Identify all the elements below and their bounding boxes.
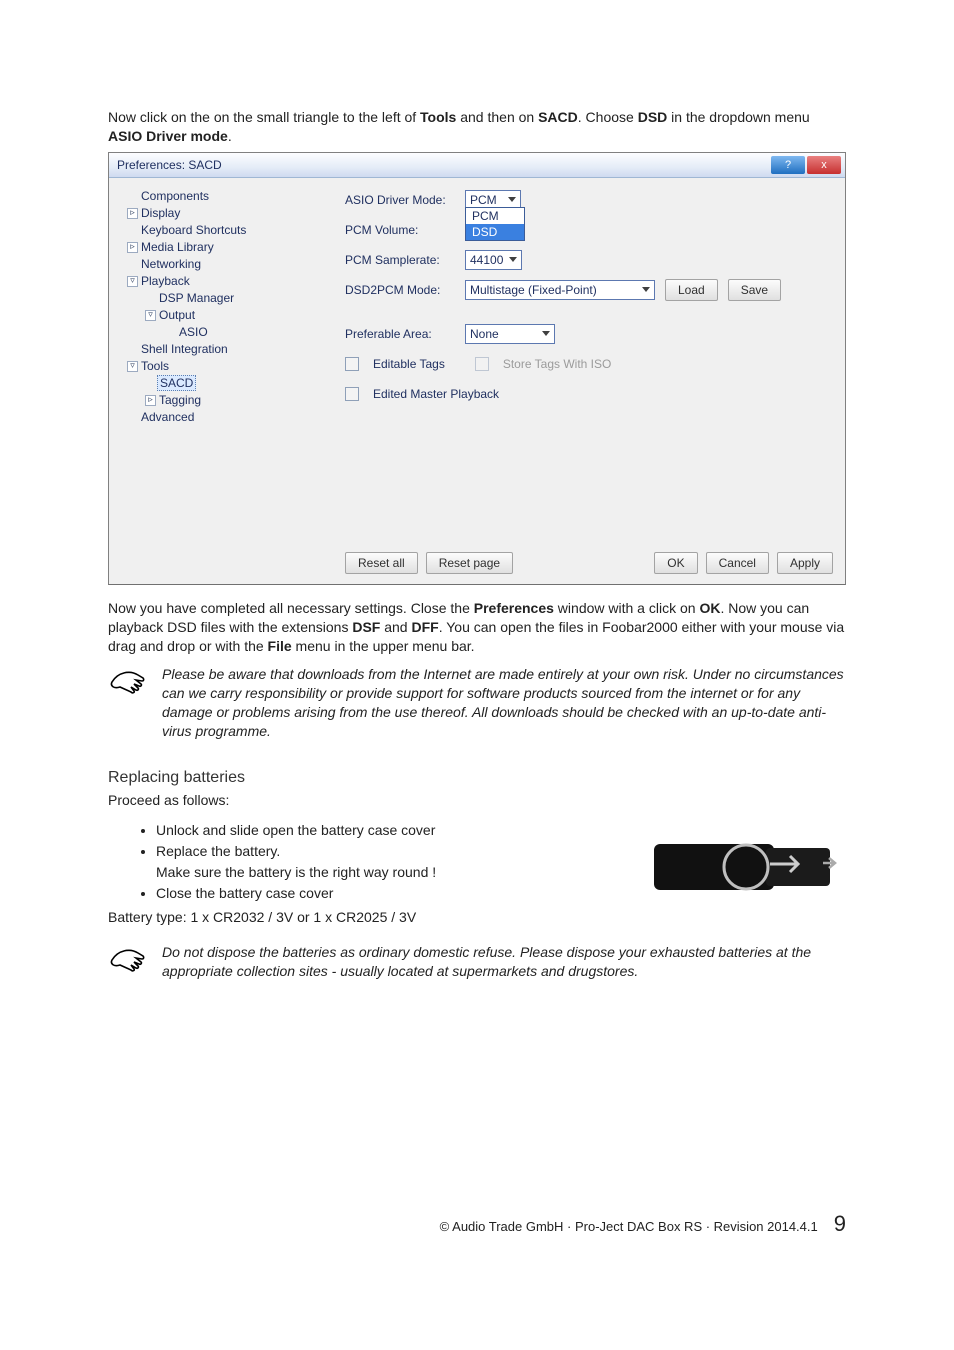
after-paragraph: Now you have completed all necessary set… <box>108 599 846 656</box>
tree-advanced[interactable]: Advanced <box>141 410 194 424</box>
chevron-down-icon <box>542 331 550 336</box>
preferable-area-label: Preferable Area: <box>345 327 455 341</box>
list-item: Replace the battery. Make sure the batte… <box>156 841 626 883</box>
tree-tagging[interactable]: Tagging <box>159 393 201 407</box>
warning-text: Please be aware that downloads from the … <box>162 665 846 741</box>
tree-media[interactable]: Media Library <box>141 240 214 254</box>
chevron-down-icon <box>509 257 517 262</box>
preferences-tree[interactable]: Components ▹Display Keyboard Shortcuts ▹… <box>121 188 321 574</box>
text: and then on <box>456 109 538 125</box>
tree-sacd-selected[interactable]: SACD <box>157 375 196 391</box>
tree-output[interactable]: Output <box>159 308 195 322</box>
reset-all-button[interactable]: Reset all <box>345 552 418 574</box>
chevron-down-icon <box>642 287 650 292</box>
intro-paragraph: Now click on the on the small triangle t… <box>108 108 846 146</box>
tree-display[interactable]: Display <box>141 206 180 220</box>
text: Now you have completed all necessary set… <box>108 600 474 616</box>
remote-control-image <box>646 816 846 916</box>
apply-button[interactable]: Apply <box>777 552 833 574</box>
dropdown-item-pcm[interactable]: PCM <box>466 208 524 224</box>
text: . Choose <box>578 109 638 125</box>
editable-tags-checkbox[interactable] <box>345 357 359 371</box>
hand-pointer-icon <box>108 665 150 702</box>
dsd2pcm-mode-label: DSD2PCM Mode: <box>345 283 455 297</box>
edited-master-checkbox[interactable] <box>345 387 359 401</box>
tree-components[interactable]: Components <box>141 189 209 203</box>
window-titlebar: Preferences: SACD ? x <box>109 153 845 178</box>
pcm-samplerate-combo[interactable]: 44100 <box>465 250 522 270</box>
expand-icon[interactable]: ▹ <box>145 395 156 406</box>
collapse-icon[interactable]: ▿ <box>145 310 156 321</box>
help-button[interactable]: ? <box>771 156 805 174</box>
text: and <box>380 619 411 635</box>
combo-value: PCM <box>470 193 497 207</box>
tree-playback[interactable]: Playback <box>141 274 190 288</box>
tree-networking[interactable]: Networking <box>141 257 201 271</box>
dsd2pcm-mode-combo[interactable]: Multistage (Fixed-Point) <box>465 280 655 300</box>
text: Now click on the on the small triangle t… <box>108 109 420 125</box>
expand-icon[interactable]: ▹ <box>127 242 138 253</box>
warning-note: Please be aware that downloads from the … <box>108 665 846 741</box>
tree-tools[interactable]: Tools <box>141 359 169 373</box>
text-bold: DSF <box>352 619 380 635</box>
chevron-down-icon <box>508 197 516 202</box>
cancel-button[interactable]: Cancel <box>706 552 769 574</box>
disposal-text: Do not dispose the batteries as ordinary… <box>162 943 846 981</box>
preferable-area-combo[interactable]: None <box>465 324 555 344</box>
store-tags-checkbox[interactable] <box>475 357 489 371</box>
pcm-volume-label: PCM Volume: <box>345 223 455 237</box>
page-footer: © Audio Trade GmbH · Pro-Ject DAC Box RS… <box>108 1211 846 1237</box>
editable-tags-label: Editable Tags <box>373 357 445 371</box>
text-bold: File <box>268 638 292 654</box>
dropdown-item-dsd[interactable]: DSD <box>466 224 524 240</box>
tree-dsp[interactable]: DSP Manager <box>159 291 234 305</box>
tree-keyboard[interactable]: Keyboard Shortcuts <box>141 223 246 237</box>
list-item: Unlock and slide open the battery case c… <box>156 820 626 841</box>
text-bold: OK <box>699 600 720 616</box>
text: Make sure the battery is the right way r… <box>156 864 436 880</box>
combo-value: Multistage (Fixed-Point) <box>470 283 597 297</box>
edited-master-label: Edited Master Playback <box>373 387 499 401</box>
text-bold: DSD <box>638 109 668 125</box>
replacing-batteries-heading: Replacing batteries <box>108 769 846 787</box>
text-bold: ASIO Driver mode <box>108 128 228 144</box>
text-bold: Preferences <box>474 600 554 616</box>
text-bold: Tools <box>420 109 456 125</box>
copyright-text: © Audio Trade GmbH · Pro-Ject DAC Box RS… <box>440 1219 818 1234</box>
window-title: Preferences: SACD <box>109 153 222 177</box>
hand-pointer-icon <box>108 943 150 980</box>
tree-asio[interactable]: ASIO <box>179 325 208 339</box>
close-button[interactable]: x <box>807 156 841 174</box>
text-bold: SACD <box>538 109 578 125</box>
text: window with a click on <box>554 600 700 616</box>
disposal-note: Do not dispose the batteries as ordinary… <box>108 943 846 981</box>
store-tags-label: Store Tags With ISO <box>503 357 612 371</box>
tree-shell[interactable]: Shell Integration <box>141 342 228 356</box>
page-number: 9 <box>834 1211 846 1237</box>
asio-driver-mode-label: ASIO Driver Mode: <box>345 193 455 207</box>
combo-value: None <box>470 327 499 341</box>
asio-driver-mode-dropdown[interactable]: PCM DSD <box>465 207 525 241</box>
ok-button[interactable]: OK <box>654 552 697 574</box>
text: in the dropdown menu <box>667 109 809 125</box>
preferences-window-screenshot: Preferences: SACD ? x Components ▹Displa… <box>108 152 846 585</box>
text: . <box>228 128 232 144</box>
reset-page-button[interactable]: Reset page <box>426 552 513 574</box>
save-button[interactable]: Save <box>728 279 781 301</box>
collapse-icon[interactable]: ▿ <box>127 361 138 372</box>
proceed-text: Proceed as follows: <box>108 791 846 810</box>
text: Replace the battery. <box>156 843 280 859</box>
pcm-samplerate-label: PCM Samplerate: <box>345 253 455 267</box>
combo-value: 44100 <box>470 253 503 267</box>
battery-steps-list: Unlock and slide open the battery case c… <box>156 820 626 904</box>
load-button[interactable]: Load <box>665 279 718 301</box>
battery-type-text: Battery type: 1 x CR2032 / 3V or 1 x CR2… <box>108 908 626 927</box>
collapse-icon[interactable]: ▿ <box>127 276 138 287</box>
expand-icon[interactable]: ▹ <box>127 208 138 219</box>
list-item: Close the battery case cover <box>156 883 626 904</box>
text-bold: DFF <box>411 619 438 635</box>
text: menu in the upper menu bar. <box>292 638 475 654</box>
